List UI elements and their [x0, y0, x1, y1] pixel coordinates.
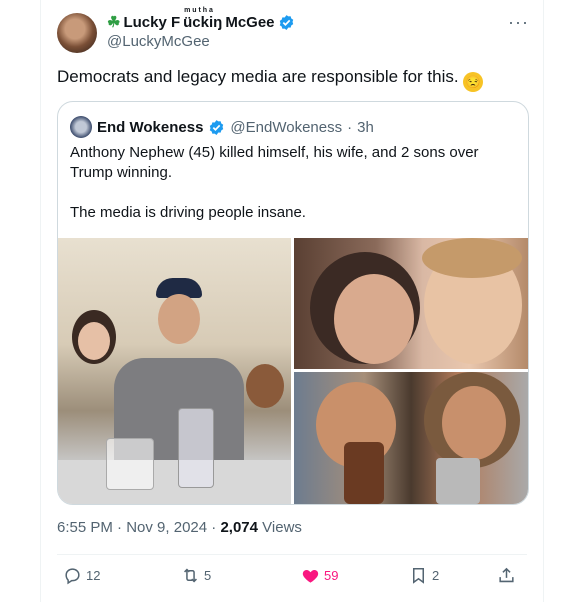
- author-name-censored[interactable]: ückiŋ: [183, 14, 222, 31]
- author-avatar[interactable]: [57, 13, 97, 53]
- tweet-card: ☘ Lucky F m u t h a ückiŋ McGee @LuckyMc…: [40, 0, 544, 602]
- author-name-suffix[interactable]: McGee: [225, 14, 274, 31]
- shamrock-icon: ☘: [107, 14, 121, 31]
- unamused-face-emoji: 😒: [463, 72, 484, 92]
- quoted-author-handle[interactable]: @EndWokeness: [230, 119, 342, 136]
- dot-separator: ·: [347, 118, 353, 136]
- reply-count: 12: [86, 568, 101, 583]
- reply-button[interactable]: 12: [63, 566, 100, 585]
- bookmark-button[interactable]: 2: [409, 566, 439, 585]
- author-name-superscript: m u t h a: [184, 6, 213, 14]
- author-name-prefix[interactable]: Lucky F: [123, 14, 180, 31]
- quoted-tweet-header: End Wokeness @EndWokeness · 3h: [70, 116, 374, 138]
- share-button[interactable]: [497, 566, 516, 585]
- quoted-tweet-text: Anthony Nephew (45) killed himself, his …: [70, 143, 516, 223]
- like-count: 59: [324, 568, 339, 583]
- verified-badge-icon: [279, 14, 293, 30]
- quoted-tweet[interactable]: End Wokeness @EndWokeness · 3h Anthony N…: [57, 101, 529, 505]
- dot-separator: ·: [117, 519, 127, 536]
- tweet-text: Democrats and legacy media are responsib…: [57, 67, 459, 86]
- bookmark-count: 2: [432, 568, 440, 583]
- photo-father-son-milkshakes[interactable]: [294, 372, 528, 504]
- photo-mother-son-selfie[interactable]: [294, 238, 528, 369]
- quoted-tweet-age[interactable]: 3h: [357, 119, 374, 136]
- heart-icon: [302, 569, 319, 583]
- tweet-date[interactable]: Nov 9, 2024: [126, 519, 207, 536]
- like-button[interactable]: 59: [301, 566, 338, 585]
- views-count: 2,074: [220, 519, 258, 536]
- share-icon: [499, 567, 514, 583]
- author-name-row[interactable]: ☘ Lucky F m u t h a ückiŋ McGee: [107, 7, 295, 31]
- author-name-censored-wrap: m u t h a ückiŋ: [183, 7, 222, 31]
- media-grid: [58, 238, 528, 504]
- author-handle[interactable]: @LuckyMcGee: [107, 33, 210, 50]
- views-label: Views: [262, 519, 302, 536]
- quoted-author-name[interactable]: End Wokeness: [97, 119, 203, 136]
- more-options-icon[interactable]: ···: [508, 12, 529, 33]
- repost-count: 5: [204, 568, 212, 583]
- reply-icon: [65, 568, 80, 585]
- verified-badge-icon: [210, 119, 224, 135]
- tweet-time[interactable]: 6:55 PM: [57, 519, 113, 536]
- quoted-author-avatar[interactable]: [70, 116, 92, 138]
- quoted-tweet-line: The media is driving people insane.: [70, 204, 306, 221]
- quoted-tweet-line: Anthony Nephew (45) killed himself, his …: [70, 144, 479, 181]
- bookmark-icon: [412, 568, 425, 584]
- tweet-timestamp[interactable]: 6:55 PM · Nov 9, 2024 · 2,074 Views: [57, 519, 302, 536]
- action-bar: 12 5 59 2: [57, 566, 527, 590]
- divider: [57, 554, 527, 555]
- photo-family-table[interactable]: [58, 238, 291, 504]
- repost-button[interactable]: 5: [181, 566, 211, 585]
- repost-icon: [184, 568, 197, 583]
- tweet-text-row: Democrats and legacy media are responsib…: [57, 66, 484, 92]
